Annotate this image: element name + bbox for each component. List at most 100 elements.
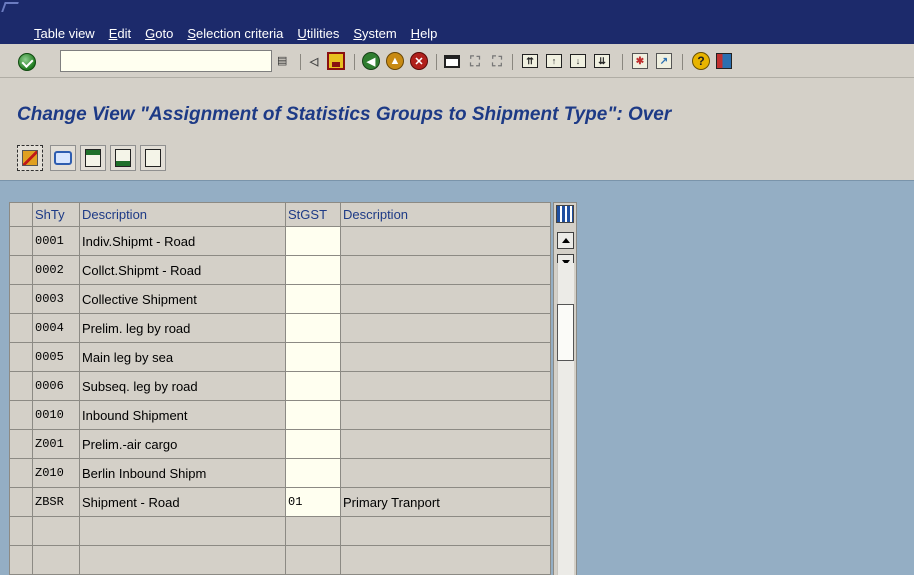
title-bar: Change View "Assignment of Statistics Gr… bbox=[0, 78, 914, 138]
shipment-type-cell: 0010 bbox=[32, 400, 80, 430]
scroll-up-icon[interactable] bbox=[557, 232, 574, 249]
layout-icon[interactable] bbox=[716, 53, 732, 69]
undo-button[interactable] bbox=[50, 145, 76, 171]
stgst-input[interactable]: 01 bbox=[285, 487, 341, 517]
save-icon[interactable] bbox=[327, 52, 345, 70]
shipment-type-cell: 0005 bbox=[32, 342, 80, 372]
select-block-button[interactable] bbox=[110, 145, 136, 171]
vertical-scrollbar[interactable] bbox=[553, 202, 577, 575]
row-selector[interactable] bbox=[9, 516, 33, 546]
row-selector[interactable] bbox=[9, 400, 33, 430]
next-page-icon[interactable]: ↓ bbox=[570, 54, 586, 68]
select-all-rows-header[interactable] bbox=[9, 202, 33, 227]
last-page-icon[interactable]: ⇊ bbox=[594, 54, 610, 68]
stgst-description-cell bbox=[340, 458, 551, 488]
column-header-stgst-description[interactable]: Description bbox=[340, 202, 551, 227]
row-selector[interactable] bbox=[9, 545, 33, 575]
row-selector[interactable] bbox=[9, 313, 33, 343]
menu-system[interactable]: System bbox=[353, 26, 396, 41]
shipment-type-description-cell: Inbound Shipment bbox=[79, 400, 286, 430]
menu-utilities[interactable]: Utilities bbox=[297, 26, 339, 41]
stgst-input[interactable] bbox=[285, 342, 341, 372]
page-title: Change View "Assignment of Statistics Gr… bbox=[17, 104, 672, 125]
back-icon[interactable]: ◀ bbox=[362, 52, 380, 70]
menu-bar: Table view Edit Goto Selection criteria … bbox=[0, 0, 914, 44]
stgst-description-cell bbox=[340, 516, 551, 546]
find-next-icon[interactable]: ⛶ bbox=[488, 52, 506, 70]
shipment-type-description-cell: Berlin Inbound Shipm bbox=[79, 458, 286, 488]
menu-goto[interactable]: Goto bbox=[145, 26, 173, 41]
print-icon[interactable] bbox=[444, 55, 460, 68]
table-area: ShTy Description StGST Description 0001 … bbox=[0, 180, 914, 575]
stgst-input bbox=[285, 545, 341, 575]
table-row: 0005 Main leg by sea bbox=[9, 342, 551, 372]
find-icon[interactable]: ⛶ bbox=[466, 52, 484, 70]
stgst-description-cell bbox=[340, 284, 551, 314]
create-session-icon[interactable]: ✱ bbox=[632, 53, 648, 69]
previous-page-icon[interactable]: ↑ bbox=[546, 54, 562, 68]
row-selector[interactable] bbox=[9, 342, 33, 372]
help-icon[interactable]: ? bbox=[692, 52, 710, 70]
first-page-icon[interactable]: ⇈ bbox=[522, 54, 538, 68]
column-configuration-icon[interactable] bbox=[556, 205, 574, 223]
command-history-icon[interactable]: ▤ bbox=[277, 54, 287, 67]
row-selector[interactable] bbox=[9, 226, 33, 256]
menu-help[interactable]: Help bbox=[411, 26, 438, 41]
shipment-type-cell: Z010 bbox=[32, 458, 80, 488]
row-selector[interactable] bbox=[9, 429, 33, 459]
stgst-input[interactable] bbox=[285, 371, 341, 401]
expand-toolbar-icon[interactable]: ◁ bbox=[305, 52, 323, 70]
column-header-stgst[interactable]: StGST bbox=[285, 202, 341, 227]
display-change-button[interactable] bbox=[17, 145, 43, 171]
stgst-description-cell bbox=[340, 371, 551, 401]
cancel-icon[interactable]: ✕ bbox=[410, 52, 428, 70]
stgst-input[interactable] bbox=[285, 458, 341, 488]
table-header-row: ShTy Description StGST Description bbox=[9, 202, 551, 227]
toolbar-separator bbox=[436, 54, 437, 70]
column-header-description[interactable]: Description bbox=[79, 202, 286, 227]
scroll-thumb[interactable] bbox=[557, 304, 574, 361]
shipment-type-cell bbox=[32, 516, 80, 546]
shipment-type-description-cell bbox=[79, 545, 286, 575]
stgst-input[interactable] bbox=[285, 255, 341, 285]
enter-icon[interactable] bbox=[18, 53, 36, 71]
exit-icon[interactable]: ▲ bbox=[386, 52, 404, 70]
row-selector[interactable] bbox=[9, 371, 33, 401]
table-control: ShTy Description StGST Description 0001 … bbox=[9, 202, 551, 575]
shipment-type-description-cell: Main leg by sea bbox=[79, 342, 286, 372]
shipment-type-cell: 0006 bbox=[32, 371, 80, 401]
table-row: ZBSR Shipment - Road 01 Primary Tranport bbox=[9, 487, 551, 517]
stgst-input[interactable] bbox=[285, 429, 341, 459]
shortcut-icon[interactable]: ↗ bbox=[656, 53, 672, 69]
shipment-type-description-cell: Subseq. leg by road bbox=[79, 371, 286, 401]
table-row: Z010 Berlin Inbound Shipm bbox=[9, 458, 551, 488]
sap-corner-icon[interactable] bbox=[1, 2, 19, 12]
shipment-type-description-cell: Prelim. leg by road bbox=[79, 313, 286, 343]
menu-table-view[interactable]: Table view bbox=[34, 26, 95, 41]
row-selector[interactable] bbox=[9, 284, 33, 314]
shipment-type-cell: 0003 bbox=[32, 284, 80, 314]
shipment-type-description-cell: Prelim.-air cargo bbox=[79, 429, 286, 459]
menu-selection-criteria[interactable]: Selection criteria bbox=[187, 26, 283, 41]
row-selector[interactable] bbox=[9, 458, 33, 488]
table-row bbox=[9, 516, 551, 546]
table-row: 0010 Inbound Shipment bbox=[9, 400, 551, 430]
shipment-type-cell: ZBSR bbox=[32, 487, 80, 517]
deselect-all-button[interactable] bbox=[140, 145, 166, 171]
command-field[interactable] bbox=[60, 50, 272, 72]
stgst-description-cell bbox=[340, 342, 551, 372]
menu-edit[interactable]: Edit bbox=[109, 26, 131, 41]
stgst-input[interactable] bbox=[285, 226, 341, 256]
row-selector[interactable] bbox=[9, 487, 33, 517]
stgst-input[interactable] bbox=[285, 284, 341, 314]
select-all-button[interactable] bbox=[80, 145, 106, 171]
menu-items: Table view Edit Goto Selection criteria … bbox=[34, 26, 451, 41]
row-selector[interactable] bbox=[9, 255, 33, 285]
stgst-input[interactable] bbox=[285, 400, 341, 430]
stgst-description-cell bbox=[340, 545, 551, 575]
select-block-icon bbox=[115, 149, 131, 167]
toolbar-separator bbox=[354, 54, 355, 70]
column-header-shty[interactable]: ShTy bbox=[32, 202, 80, 227]
toolbar-separator bbox=[682, 54, 683, 70]
stgst-input[interactable] bbox=[285, 313, 341, 343]
